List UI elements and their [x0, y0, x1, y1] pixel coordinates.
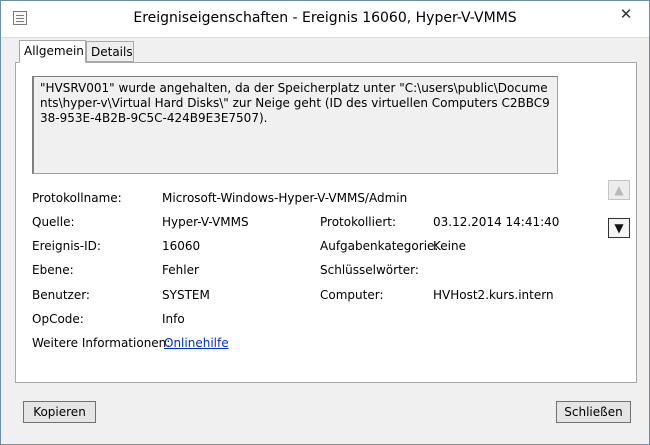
aufgabenkategorie-label: Aufgabenkategorie:	[320, 239, 439, 253]
onlinehilfe-link[interactable]: Onlinehilfe	[164, 336, 229, 350]
event-description[interactable]: "HVSRV001" wurde angehalten, da der Spei…	[32, 76, 558, 174]
tab-details[interactable]: Details	[86, 41, 134, 62]
quelle-value: Hyper-V-VMMS	[162, 215, 249, 229]
protokollname-value: Microsoft-Windows-Hyper-V-VMMS/Admin	[162, 191, 408, 205]
aufgabenkategorie-value: Keine	[433, 239, 466, 253]
protokolliert-value: 03.12.2014 14:41:40	[433, 215, 560, 229]
schluesselwoerter-label: Schlüsselwörter:	[320, 263, 419, 277]
arrow-down-icon: ▼	[614, 221, 624, 235]
ebene-value: Fehler	[162, 263, 199, 277]
benutzer-label: Benutzer:	[32, 288, 90, 302]
next-event-button[interactable]: ▼	[608, 218, 630, 238]
previous-event-button[interactable]: ▲	[608, 180, 630, 200]
copy-button[interactable]: Kopieren	[23, 401, 96, 423]
opcode-label: OpCode:	[32, 312, 84, 326]
ereignis-id-label: Ereignis-ID:	[32, 239, 101, 253]
ereignis-id-value: 16060	[162, 239, 201, 253]
quelle-label: Quelle:	[32, 215, 75, 229]
tab-label: Details	[91, 45, 133, 59]
close-button[interactable]: Schließen	[556, 401, 631, 423]
protokolliert-label: Protokolliert:	[320, 215, 397, 229]
weitere-informationen-label: Weitere Informationen:	[32, 336, 171, 350]
computer-label: Computer:	[320, 288, 384, 302]
arrow-up-icon: ▲	[614, 183, 624, 197]
protokollname-label: Protokollname:	[32, 191, 122, 205]
close-icon[interactable]: ✕	[613, 5, 639, 25]
computer-value: HVHost2.kurs.intern	[433, 288, 554, 302]
window-title: Ereigniseigenschaften - Ereignis 16060, …	[133, 10, 517, 26]
ebene-label: Ebene:	[32, 263, 74, 277]
title-bar: Ereigniseigenschaften - Ereignis 16060, …	[1, 1, 649, 38]
tab-allgemein[interactable]: Allgemein	[19, 40, 86, 63]
event-properties-dialog: Ereigniseigenschaften - Ereignis 16060, …	[0, 0, 650, 445]
tab-label: Allgemein	[24, 44, 84, 58]
opcode-value: Info	[162, 312, 185, 326]
benutzer-value: SYSTEM	[162, 288, 210, 302]
